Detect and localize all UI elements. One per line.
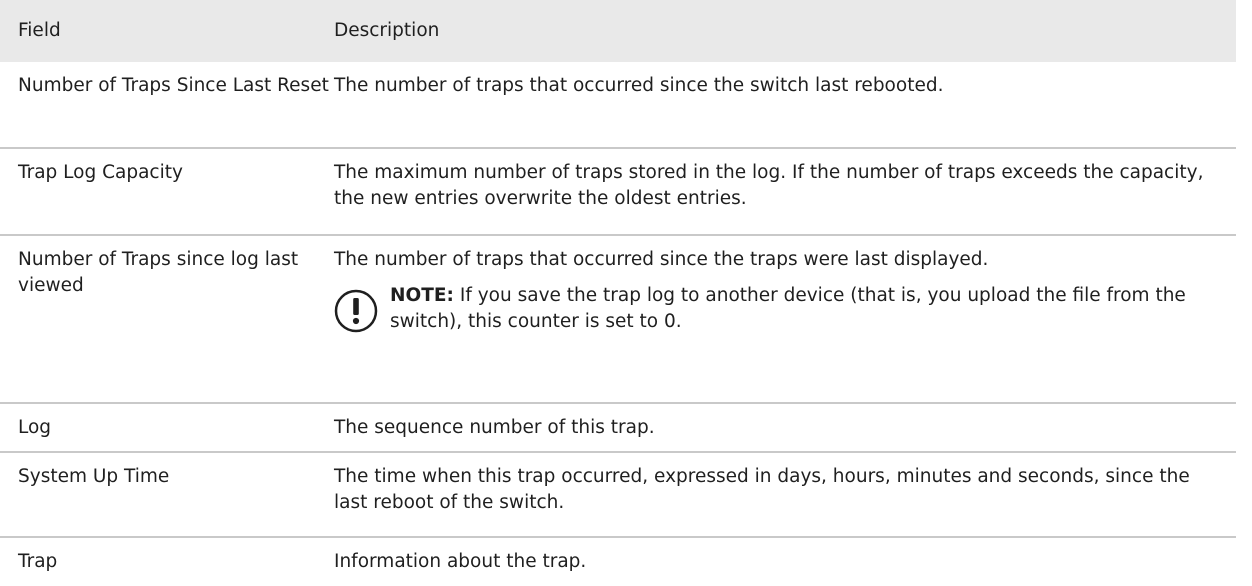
field-description: The maximum number of traps stored in th… [334, 162, 1204, 209]
note-text: If you save the trap log to another devi… [390, 285, 1186, 332]
field-description: Information about the trap. [334, 551, 587, 572]
header-field: Field [18, 20, 61, 41]
table-row: Log The sequence number of this trap. [0, 404, 1236, 453]
table-row: Number of Traps since log last viewed Th… [0, 236, 1236, 404]
table-row: Number of Traps Since Last Reset The num… [0, 62, 1236, 149]
field-name: System Up Time [18, 466, 170, 487]
field-name: Trap [18, 551, 58, 572]
header-description: Description [334, 20, 440, 41]
note-text-block: NOTE: If you save the trap log to another… [390, 283, 1226, 335]
field-description: The sequence number of this trap. [334, 417, 655, 438]
field-description: The number of traps that occurred since … [334, 249, 989, 270]
field-description: The number of traps that occurred since … [334, 75, 944, 96]
field-name: Number of Traps since log last viewed [18, 249, 299, 296]
field-description-with-note: The number of traps that occurred since … [334, 236, 1236, 402]
exclamation-circle-icon [334, 289, 378, 333]
note-label: NOTE: [390, 285, 454, 306]
field-description-table: Field Description Number of Traps Since … [0, 0, 1236, 586]
table-row: System Up Time The time when this trap o… [0, 453, 1236, 538]
note-callout: NOTE: If you save the trap log to another… [334, 283, 1226, 335]
table-header-row: Field Description [0, 0, 1236, 62]
field-name: Log [18, 417, 52, 438]
field-name: Trap Log Capacity [18, 162, 183, 183]
table-row: Trap Information about the trap. [0, 538, 1236, 586]
field-name: Number of Traps Since Last Reset [18, 75, 329, 96]
field-description: The time when this trap occurred, expres… [334, 466, 1190, 513]
table-row: Trap Log Capacity The maximum number of … [0, 149, 1236, 236]
